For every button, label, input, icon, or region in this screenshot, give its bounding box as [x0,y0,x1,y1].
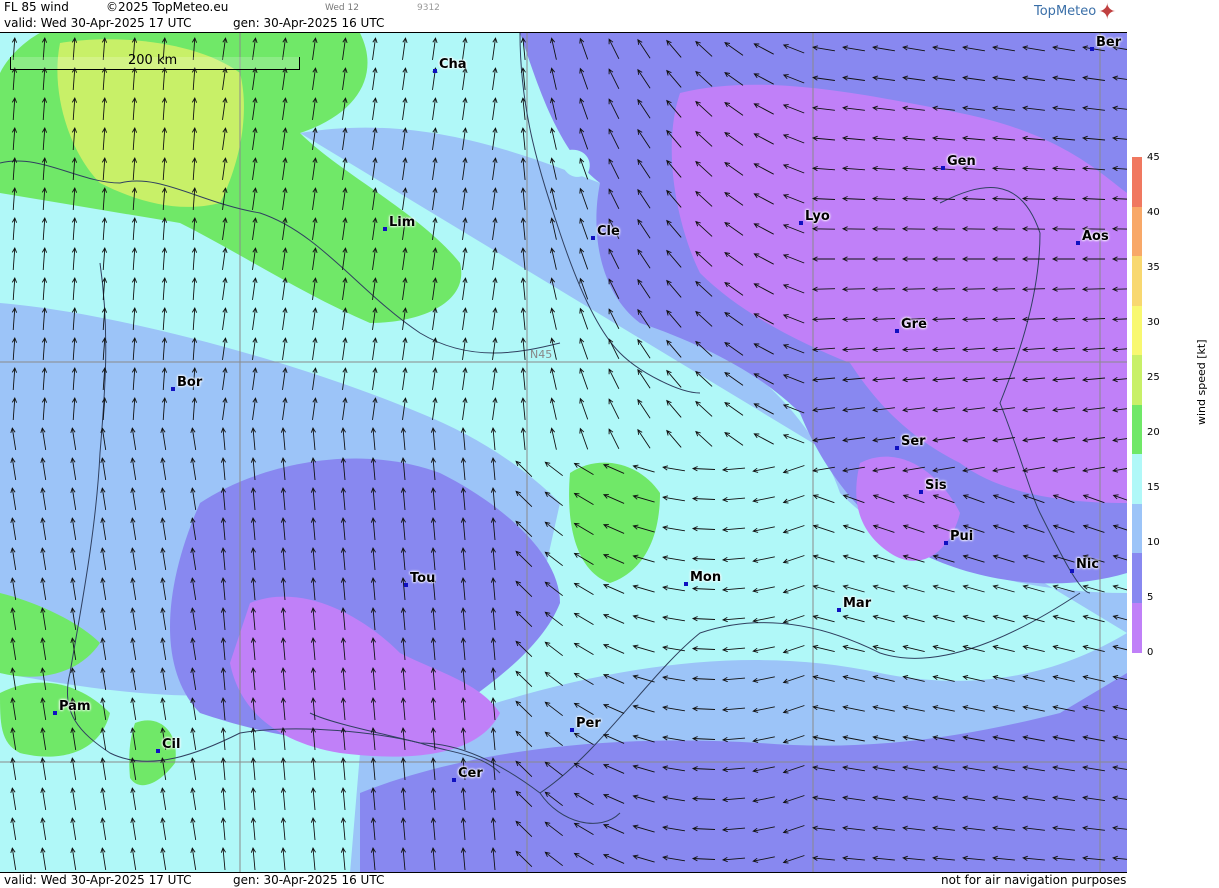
city-marker [404,583,408,587]
city-marker [591,236,595,240]
city-marker [452,778,456,782]
city-label-sis: Sis [925,478,947,493]
color-bar-segment [1132,206,1142,257]
city-label-aos: Aos [1082,229,1109,244]
color-bar-tick: 5 [1147,592,1154,603]
color-bar-tick: 45 [1147,152,1160,163]
color-bar-segment [1132,355,1142,405]
city-label-per: Per [576,716,601,731]
disclaimer: not for air navigation purposes [941,873,1127,887]
city-label-gen: Gen [947,154,976,169]
city-marker [684,582,688,586]
color-bar-segment [1132,305,1142,356]
city-label-bor: Bor [177,375,203,390]
city-marker [837,608,841,612]
city-marker [941,166,945,170]
color-bar-tick: 25 [1147,372,1160,383]
city-marker [383,227,387,231]
city-marker [1070,569,1074,573]
city-label-lim: Lim [389,215,416,230]
color-bar-tick: 15 [1147,482,1160,493]
city-label-tou: Tou [410,571,436,586]
compass-star-icon: ✦ [1098,0,1117,25]
small-day: Wed 12 [325,3,359,13]
topmeteo-logo: TopMeteo [1034,4,1097,19]
valid-time: valid: Wed 30-Apr-2025 17 UTC [4,16,192,30]
color-bar-segment [1132,553,1142,603]
city-label-nic: Nic [1076,557,1100,572]
color-bar-segment [1132,503,1142,554]
color-bar [1132,157,1142,653]
wind-map[interactable]: 200 km N45 Ber Cha Gen Lim Cle Lyo Aos Gre Bor Se… [0,32,1128,873]
footer-valid: valid: Wed 30-Apr-2025 17 UTC [4,873,192,887]
footer-gen: gen: 30-Apr-2025 16 UTC [233,873,385,887]
small-code: 9312 [417,3,440,13]
color-bar-segment [1132,256,1142,306]
city-marker [570,728,574,732]
header: FL 85 wind ©2025 TopMeteo.eu Wed 12 9312… [0,0,1127,32]
scale-bar-label: 200 km [128,53,178,68]
product-title: FL 85 wind [4,0,69,14]
city-label-cil: Cil [162,737,181,752]
city-label-gre: Gre [901,317,927,332]
city-label-mon: Mon [690,570,722,585]
color-bar-tick: 30 [1147,317,1160,328]
city-marker [433,69,437,73]
city-marker [799,221,803,225]
city-label-pui: Pui [950,529,974,544]
copyright: ©2025 TopMeteo.eu [106,0,229,14]
city-marker [919,490,923,494]
city-marker [171,387,175,391]
legend-title: wind speed [kt] [1195,339,1208,426]
city-marker [944,541,948,545]
city-label-ber: Ber [1096,35,1122,50]
footer: valid: Wed 30-Apr-2025 17 UTC gen: 30-Ap… [0,872,1127,888]
color-bar-segment [1132,404,1142,455]
color-bar-segment [1132,602,1142,653]
city-marker [156,749,160,753]
color-bar-tick: 20 [1147,427,1160,438]
city-label-mar: Mar [843,596,872,611]
color-bar-segment [1132,454,1142,504]
city-label-pam: Pam [59,699,91,714]
color-bar-tick: 0 [1147,647,1154,658]
city-marker [895,329,899,333]
city-label-cle: Cle [597,224,620,239]
color-bar-tick: 10 [1147,537,1160,548]
gen-time: gen: 30-Apr-2025 16 UTC [233,16,385,30]
city-label-lyo: Lyo [805,209,830,224]
grid-label-n45: N45 [530,348,553,361]
color-bar-tick: 40 [1147,207,1160,218]
color-bar-segment [1132,157,1142,207]
city-marker [53,711,57,715]
color-bar-tick: 35 [1147,262,1160,273]
city-marker [1090,47,1094,51]
city-label-ser: Ser [901,434,926,449]
city-marker [895,446,899,450]
city-marker [1076,241,1080,245]
city-label-cer: Cer [458,766,483,781]
city-label-cha: Cha [439,57,467,72]
